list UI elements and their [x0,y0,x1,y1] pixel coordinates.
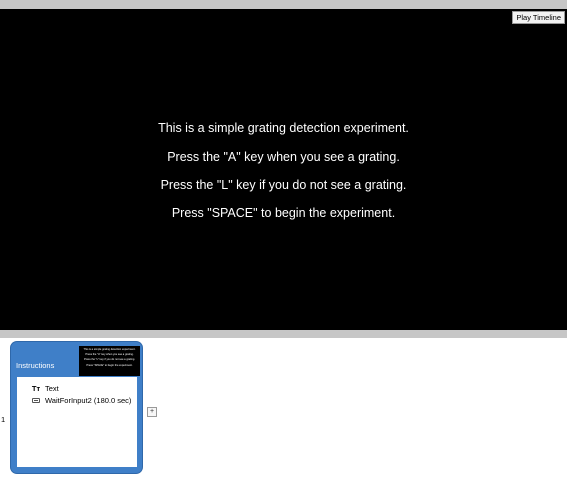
preview-stage: Play Timeline This is a simple grating d… [0,9,567,330]
text-icon: Tт [31,384,41,393]
instruction-line-1: This is a simple grating detection exper… [158,121,409,135]
instruction-line-2: Press the "A" key when you see a grating… [167,150,400,164]
splitter-bar[interactable] [0,330,567,338]
keyboard-icon [31,398,41,403]
instruction-line-3: Press the "L" key if you do not see a gr… [160,178,407,192]
thumb-line-4: Press "SPACE" to begin the experiment. [86,363,133,367]
card-thumbnail: This is a simple grating detection exper… [79,346,140,376]
item-wait-for-input[interactable]: WaitForInput2 (180.0 sec) [31,396,131,405]
item-text[interactable]: Tт Text [31,384,59,393]
instruction-line-4: Press "SPACE" to begin the experiment. [171,206,396,220]
play-timeline-button[interactable]: Play Timeline [512,11,565,24]
add-button[interactable]: + [147,407,157,417]
row-number: 1 [1,415,6,424]
instructions-card[interactable]: Instructions This is a simple grating de… [11,342,142,473]
top-divider [0,0,567,9]
card-title: Instructions [16,361,55,370]
item-text-label: Text [45,384,59,393]
item-wait-label: WaitForInput2 (180.0 sec) [45,396,132,405]
thumb-line-3: Press the "L" key if you do not see a gr… [83,358,135,362]
card-body: Tт Text WaitForInput2 (180.0 sec) [17,377,137,467]
